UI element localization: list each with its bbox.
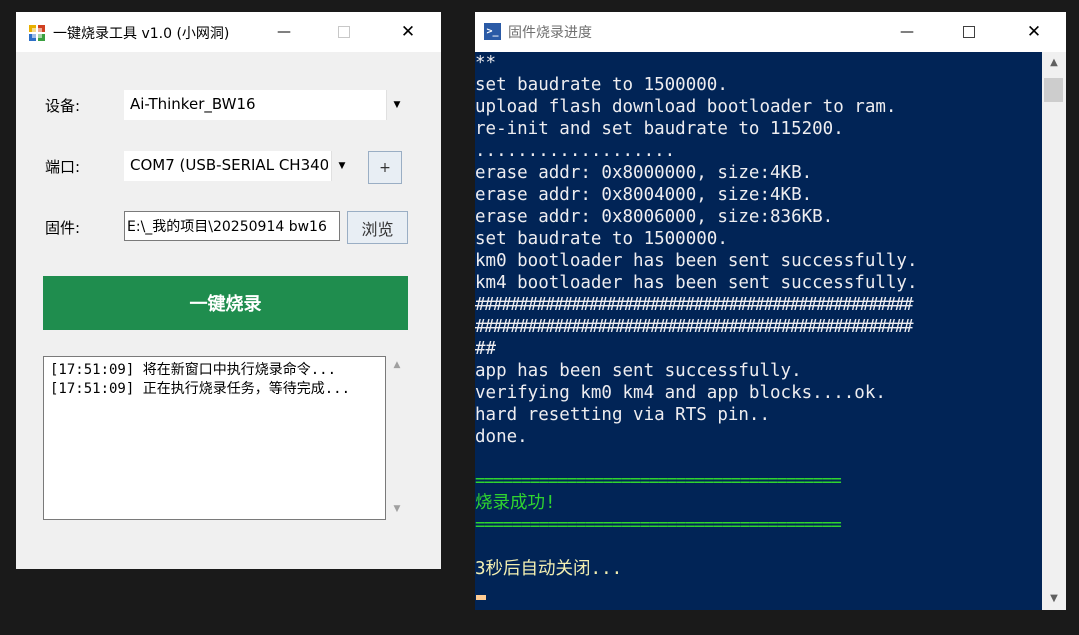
progress-titlebar[interactable]: >_ 固件烧录进度 — ✕ <box>475 12 1066 52</box>
flasher-titlebar[interactable]: 一键烧录工具 v1.0 (小网洞) — ✕ <box>16 12 441 52</box>
device-label: 设备: <box>45 97 81 115</box>
console-line: ** <box>475 53 497 73</box>
plus-icon: + <box>379 159 391 176</box>
separator-line: ======================================== <box>475 515 842 535</box>
log-line: [17:51:09] 正在执行烧录任务，等待完成... <box>50 381 351 397</box>
chevron-down-icon[interactable]: ▼ <box>331 151 352 181</box>
port-value: COM7 (USB-SERIAL CH340) <box>130 156 328 174</box>
scroll-down-icon[interactable]: ▼ <box>386 504 408 514</box>
refresh-port-button[interactable]: + <box>368 151 402 184</box>
device-value: Ai-Thinker_BW16 <box>130 95 256 113</box>
browse-button[interactable]: 浏览 <box>347 211 408 244</box>
port-select[interactable]: COM7 (USB-SERIAL CH340) ▼ <box>124 151 352 181</box>
console-line: ................... <box>475 141 676 161</box>
browse-label: 浏览 <box>361 219 394 239</box>
console-line: verifying km0 km4 and app blocks....ok. <box>475 383 886 403</box>
console-line: upload flash download bootloader to ram. <box>475 97 897 117</box>
close-button[interactable]: ✕ <box>1011 12 1057 52</box>
console-line: km0 bootloader has been sent successfull… <box>475 251 918 271</box>
separator-line: ======================================== <box>475 471 842 491</box>
console-line: done. <box>475 427 528 447</box>
minimize-button[interactable]: — <box>261 12 307 52</box>
maximize-button <box>321 12 367 52</box>
minimize-button[interactable]: — <box>884 12 930 52</box>
maximize-icon <box>338 26 350 38</box>
firmware-label: 固件: <box>45 219 81 237</box>
scroll-up-icon[interactable]: ▲ <box>386 360 408 370</box>
close-icon: ✕ <box>400 22 416 42</box>
console-line: app has been sent successfully. <box>475 361 802 381</box>
flash-button-label: 一键烧录 <box>189 294 262 315</box>
text-cursor <box>476 595 486 600</box>
console-line: km4 bootloader has been sent successfull… <box>475 273 918 293</box>
console-line: erase addr: 0x8006000, size:836KB. <box>475 207 834 227</box>
console-output[interactable]: ** set baudrate to 1500000. upload flash… <box>475 52 1042 610</box>
minimize-icon: — <box>900 24 914 40</box>
progress-window: >_ 固件烧录进度 — ✕ ** set baudrate to 1500000… <box>475 12 1066 610</box>
port-label: 端口: <box>45 158 81 176</box>
console-scrollbar[interactable]: ▲ ▼ <box>1042 52 1066 610</box>
maximize-icon <box>963 26 975 38</box>
scroll-up-icon[interactable]: ▲ <box>1042 57 1066 68</box>
powershell-icon: >_ <box>484 23 501 40</box>
log-output[interactable]: [17:51:09] 将在新窗口中执行烧录命令... [17:51:09] 正在… <box>43 356 386 520</box>
app-icon <box>29 25 45 41</box>
console-line: erase addr: 0x8000000, size:4KB. <box>475 163 813 183</box>
console-line: re-init and set baudrate to 115200. <box>475 119 844 139</box>
close-icon: ✕ <box>1026 22 1042 42</box>
console-line: ## <box>475 339 497 359</box>
auto-close-notice: 3秒后自动关闭... <box>475 559 623 579</box>
success-message: 烧录成功! <box>475 493 556 513</box>
close-button[interactable]: ✕ <box>385 12 431 52</box>
scroll-down-icon[interactable]: ▼ <box>1042 593 1066 604</box>
device-select[interactable]: Ai-Thinker_BW16 ▼ <box>124 90 407 120</box>
minimize-icon: — <box>277 24 291 40</box>
firmware-path-input[interactable]: E:\_我的项目\20250914 bw16 <box>124 211 340 241</box>
console-line: ########################################… <box>475 317 914 337</box>
console-line: set baudrate to 1500000. <box>475 75 728 95</box>
scroll-thumb[interactable] <box>1044 78 1063 102</box>
flasher-window: 一键烧录工具 v1.0 (小网洞) — ✕ 设备: Ai-Thinker_BW1… <box>16 12 441 569</box>
console-line: erase addr: 0x8004000, size:4KB. <box>475 185 813 205</box>
maximize-button[interactable] <box>946 12 992 52</box>
log-scrollbar[interactable]: ▲ ▼ <box>386 356 408 520</box>
flash-button[interactable]: 一键烧录 <box>43 276 408 330</box>
console-line: ########################################… <box>475 295 914 315</box>
chevron-down-icon[interactable]: ▼ <box>386 90 407 120</box>
console-line: set baudrate to 1500000. <box>475 229 728 249</box>
console-line: hard resetting via RTS pin.. <box>475 405 771 425</box>
flasher-title: 一键烧录工具 v1.0 (小网洞) <box>53 26 230 42</box>
log-line: [17:51:09] 将在新窗口中执行烧录命令... <box>50 362 337 378</box>
progress-title: 固件烧录进度 <box>508 25 592 41</box>
